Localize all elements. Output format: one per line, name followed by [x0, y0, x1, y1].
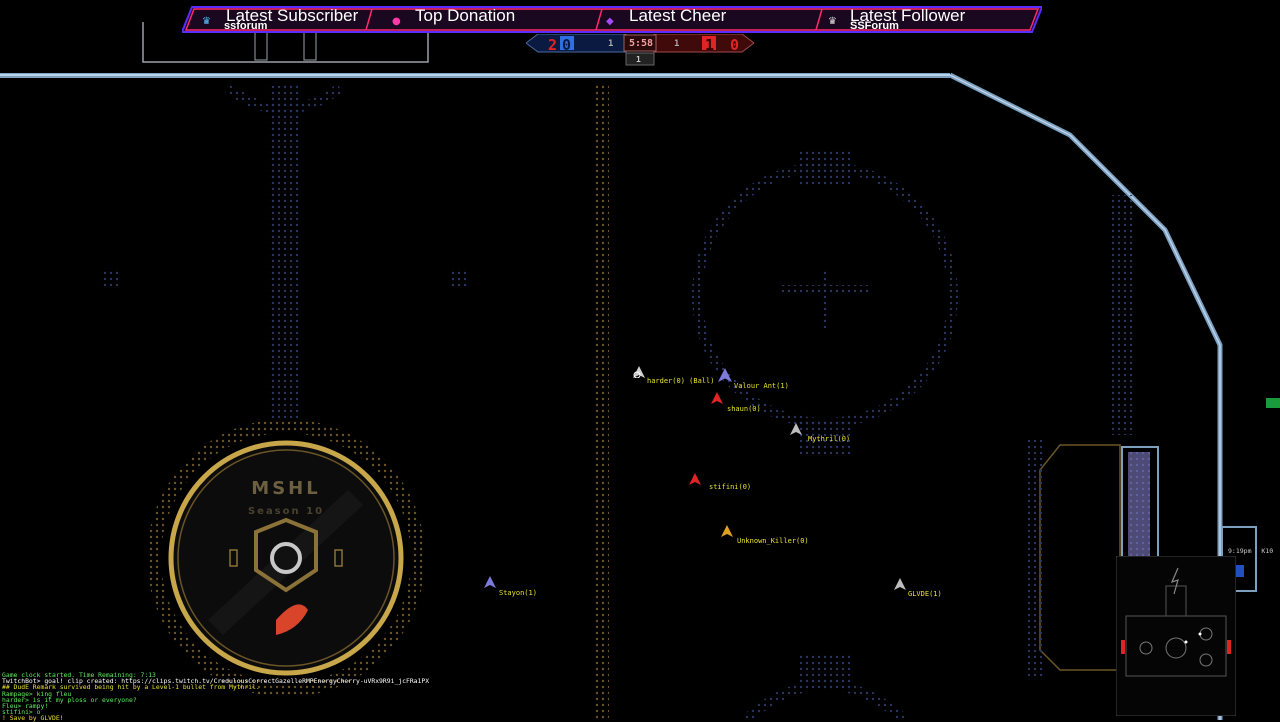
map-sector: K10 — [1261, 547, 1274, 555]
ship-shaun — [711, 392, 723, 404]
cheer-icon: ◆ — [606, 16, 614, 27]
logo-title: MSHL — [251, 478, 321, 499]
left-team-small: 1 — [608, 39, 614, 49]
ship-stifini — [689, 473, 701, 485]
mshl-season-logo: MSHL Season 10 — [148, 420, 424, 696]
scoreboard: 2 0 1 5:58 1 1 0 1 — [526, 34, 754, 68]
stream-overlay-bar: ♛ Latest Subscriber ssforum ● Top Donati… — [182, 4, 1042, 33]
subscriber-icon: ♛ — [202, 16, 211, 27]
radar-clock: 9:19pm K10 — [1228, 547, 1273, 555]
ship-mythril — [790, 423, 802, 435]
ship-harder — [633, 366, 645, 378]
left-team-box: 0 — [562, 36, 572, 54]
chat-log: Game clock started. Time Remaining: 7:13… — [2, 672, 602, 722]
player-label-mythril: Mythril(0) — [808, 435, 851, 443]
chat-line: ! Save by GLVDE! — [2, 714, 64, 722]
player-label-harder: harder(0) (Ball) — [647, 377, 715, 385]
player-label-shaun: shaun(0) — [727, 405, 761, 413]
player-label-valour: Valour Ant(1) — [734, 382, 789, 390]
player-label-stifini: stifini(0) — [709, 483, 752, 491]
right-team-score: 0 — [730, 36, 740, 54]
period-number: 1 — [636, 55, 641, 64]
latest-subscriber-name: ssforum — [224, 20, 268, 32]
ship-unknown-killer — [721, 525, 733, 537]
left-team-score: 2 — [548, 36, 558, 54]
game-timer: 5:58 — [629, 38, 654, 49]
latest-cheer-label: Latest Cheer — [629, 6, 727, 25]
right-team-box: 1 — [705, 36, 715, 54]
donation-icon: ● — [392, 16, 401, 27]
player-label-unknown-killer: Unknown_Killer(0) — [737, 537, 809, 545]
latest-follower-name: SSForum — [850, 20, 899, 32]
ship-valour — [718, 368, 732, 382]
top-donation-label: Top Donation — [415, 6, 516, 25]
ship-glvde — [894, 578, 906, 590]
player-label-stayon: Stayon(1) — [499, 589, 537, 597]
radar-minimap — [1116, 556, 1236, 716]
follower-icon: ♛ — [828, 16, 837, 27]
player-label-glvde: GLVDE(1) — [908, 590, 942, 598]
right-team-small: 1 — [674, 39, 680, 49]
ship-stayon — [484, 576, 496, 588]
radar-map — [1116, 556, 1236, 716]
logo-season: Season 10 — [247, 506, 325, 517]
logo-emblem — [148, 420, 424, 696]
clock-time: 9:19pm — [1228, 547, 1252, 555]
